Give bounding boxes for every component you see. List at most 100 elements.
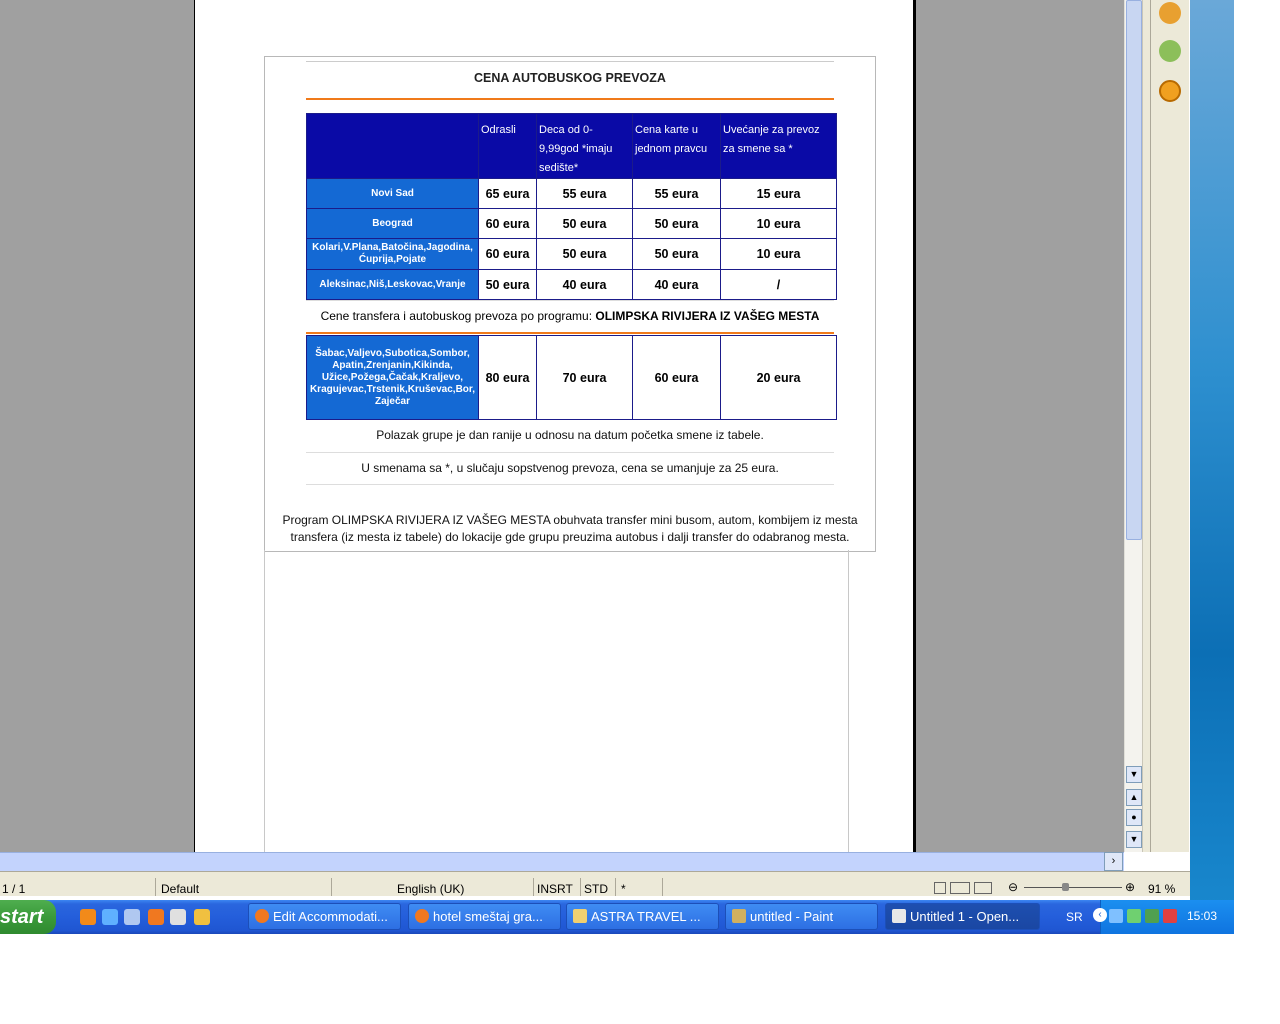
zoom-slider-handle[interactable] [1062, 883, 1069, 891]
header-cell: Uvećanje za prevoz za smene sa * [720, 113, 837, 179]
next-page-icon[interactable]: ▼ [1126, 831, 1142, 848]
note-discount: U smenama sa *, u slučaju sopstvenog pre… [361, 461, 779, 475]
divider [306, 484, 834, 485]
table-title: CENA AUTOBUSKOG PREVOZA [474, 71, 666, 85]
cell-price: 60 eura [478, 238, 537, 270]
table-header-row: Odrasli Deca od 0-9,99god *imaju sedište… [306, 113, 837, 179]
gallery-icon[interactable] [1159, 2, 1181, 24]
paint-icon [732, 909, 746, 923]
sidebar-panel [1150, 0, 1189, 852]
network-icon[interactable] [1109, 909, 1123, 923]
taskbar-button-label: hotel smeštaj gra... [433, 909, 543, 924]
cell-price: 50 eura [632, 208, 721, 239]
vertical-scrollbar[interactable]: ▼ ▲ ● ▼ [1124, 0, 1143, 852]
cell-price: 50 eura [536, 238, 633, 270]
note-departure: Polazak grupe je dan ranije u odnosu na … [376, 428, 764, 442]
navigator-compass-icon[interactable] [1159, 80, 1181, 102]
screen: CENA AUTOBUSKOG PREVOZA Odrasli Deca od … [0, 0, 1234, 934]
system-tray: ‹ 15:03 [1093, 900, 1234, 934]
taskbar-button-label: Untitled 1 - Open... [910, 909, 1020, 924]
taskbar-button-astra-travel[interactable]: ASTRA TRAVEL ... [566, 903, 719, 930]
show-desktop-icon[interactable] [124, 909, 140, 925]
table-row: Novi Sad 65 eura 55 eura 55 eura 15 eura [306, 178, 837, 209]
openoffice-launch-icon[interactable] [80, 909, 96, 925]
taskbar: start Edit Accommodati... hotel smeštaj … [0, 900, 1234, 934]
insert-mode[interactable]: INSRT [537, 882, 573, 896]
player-icon[interactable] [194, 909, 210, 925]
taskbar-button-openoffice[interactable]: Untitled 1 - Open... [885, 903, 1040, 930]
cell-price: / [720, 269, 837, 300]
selection-mode[interactable]: STD [584, 882, 608, 896]
tray-expand-icon[interactable]: ‹ [1093, 908, 1107, 922]
cell-price: 55 eura [536, 178, 633, 209]
status-bar: 1 / 1 Default English (UK) INSRT STD * ⊖… [0, 871, 1190, 896]
header-cell: Deca od 0-9,99god *imaju sedište* [536, 113, 633, 179]
table-row: Šabac,Valjevo,Subotica,Sombor, Apatin,Zr… [306, 335, 837, 420]
modified-indicator: * [621, 882, 626, 896]
divider [331, 878, 332, 896]
desktop-wallpaper [1190, 0, 1234, 934]
ie-icon[interactable] [102, 909, 118, 925]
cell-price: 20 eura [720, 335, 837, 420]
zoom-level[interactable]: 91 % [1148, 882, 1175, 896]
cell-price: 60 eura [632, 335, 721, 420]
row-city: Šabac,Valjevo,Subotica,Sombor, Apatin,Zr… [306, 335, 479, 420]
update-icon[interactable] [1163, 909, 1177, 923]
row-city: Novi Sad [306, 178, 479, 209]
cell-price: 10 eura [720, 238, 837, 270]
single-page-view-icon[interactable] [934, 882, 946, 894]
header-cell [306, 113, 479, 179]
divider [533, 878, 534, 896]
taskbar-button-hotel[interactable]: hotel smeštaj gra... [408, 903, 561, 930]
cell-price: 50 eura [632, 238, 721, 270]
cell-price: 55 eura [632, 178, 721, 209]
cell-price: 70 eura [536, 335, 633, 420]
image-icon[interactable] [1159, 40, 1181, 62]
table-row: Kolari,V.Plana,Batočina,Jagodina, Ćuprij… [306, 238, 837, 270]
book-view-icon[interactable] [974, 882, 992, 894]
program-name: OLIMPSKA RIVIJERA IZ VAŠEG MESTA [595, 309, 820, 323]
navigator-icon[interactable]: ● [1126, 809, 1142, 826]
firefox-icon[interactable] [148, 909, 164, 925]
start-button[interactable]: start [0, 900, 56, 934]
folder-icon [573, 909, 587, 923]
cell-price: 40 eura [536, 269, 633, 300]
row-city: Aleksinac,Niš,Leskovac,Vranje [306, 269, 479, 300]
divider [155, 878, 156, 896]
embedded-content-frame[interactable]: CENA AUTOBUSKOG PREVOZA Odrasli Deca od … [264, 56, 876, 552]
taskbar-button-label: ASTRA TRAVEL ... [591, 909, 701, 924]
zoom-slider[interactable] [1024, 887, 1122, 888]
media-icon[interactable] [170, 909, 186, 925]
cell-price: 60 eura [478, 208, 537, 239]
price-table: Odrasli Deca od 0-9,99god *imaju sedište… [306, 113, 837, 300]
horizontal-scrollbar[interactable] [0, 852, 1124, 872]
firefox-icon [255, 909, 269, 923]
page-style[interactable]: Default [161, 882, 199, 896]
zoom-out-icon[interactable]: ⊖ [1008, 880, 1018, 894]
antivirus-icon[interactable] [1145, 909, 1159, 923]
scroll-right-icon[interactable]: › [1104, 852, 1123, 871]
security-icon[interactable] [1127, 909, 1141, 923]
multi-page-view-icon[interactable] [950, 882, 970, 894]
zoom-in-icon[interactable]: ⊕ [1125, 880, 1135, 894]
divider [662, 878, 663, 896]
row-city: Beograd [306, 208, 479, 239]
previous-page-icon[interactable]: ▲ [1126, 789, 1142, 806]
taskbar-button-edit-accommodation[interactable]: Edit Accommodati... [248, 903, 401, 930]
divider [615, 878, 616, 896]
taskbar-button-paint[interactable]: untitled - Paint [725, 903, 878, 930]
empty-frame [264, 550, 849, 853]
scroll-down-icon[interactable]: ▼ [1126, 766, 1142, 783]
cell-price: 10 eura [720, 208, 837, 239]
scroll-thumb[interactable] [1126, 0, 1142, 540]
divider [306, 61, 834, 62]
language-bar[interactable]: SR [1066, 910, 1083, 924]
taskbar-button-label: untitled - Paint [750, 909, 834, 924]
clock[interactable]: 15:03 [1187, 909, 1217, 923]
document-page[interactable]: CENA AUTOBUSKOG PREVOZA Odrasli Deca od … [194, 0, 916, 853]
table-row: Beograd 60 eura 50 eura 50 eura 10 eura [306, 208, 837, 239]
cell-price: 65 eura [478, 178, 537, 209]
cell-price: 50 eura [536, 208, 633, 239]
page-indicator[interactable]: 1 / 1 [2, 882, 25, 896]
language-indicator[interactable]: English (UK) [397, 882, 464, 896]
